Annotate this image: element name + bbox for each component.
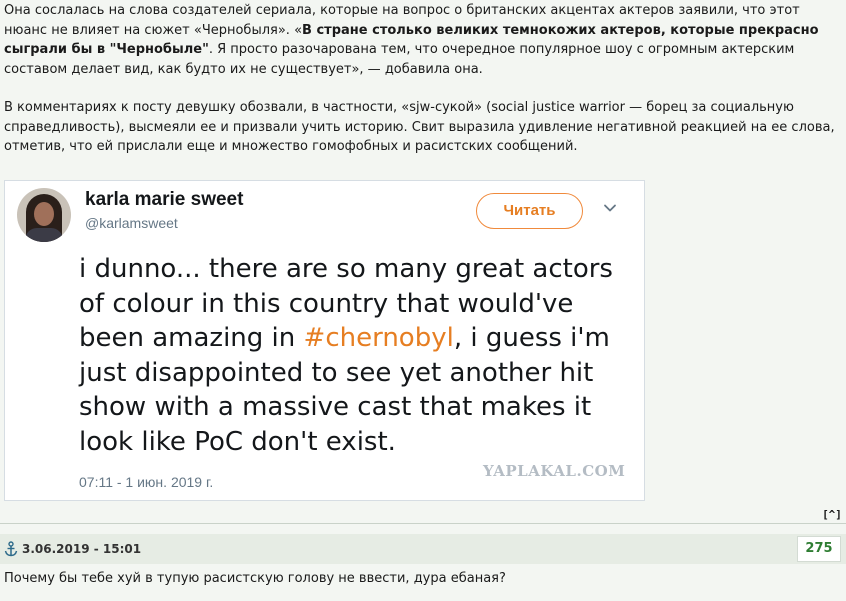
comment-header: 3.06.2019 - 15:01 275 bbox=[0, 534, 846, 564]
comment-date: 3.06.2019 - 15:01 bbox=[22, 542, 142, 556]
post-divider bbox=[0, 506, 846, 524]
anchor-icon[interactable] bbox=[4, 541, 18, 557]
embedded-tweet[interactable]: karla marie sweet @karlamsweet Читать i … bbox=[4, 180, 645, 501]
article-paragraph-1: Она сослалась на слова создателей сериал… bbox=[4, 1, 840, 79]
tweet-timestamp[interactable]: 07:11 - 1 июн. 2019 г. bbox=[79, 474, 213, 490]
follow-button[interactable]: Читать bbox=[476, 193, 583, 229]
comment-score-badge[interactable]: 275 bbox=[797, 536, 841, 562]
tweet-author-handle[interactable]: @karlamsweet bbox=[85, 215, 178, 231]
comment-text: Почему бы тебе хуй в тупую расистскую го… bbox=[4, 571, 506, 586]
tweet-hashtag[interactable]: #chernobyl bbox=[304, 323, 454, 353]
tweet-author-name[interactable]: karla marie sweet bbox=[85, 189, 243, 211]
tweet-text: i dunno... there are so many great actor… bbox=[79, 254, 613, 457]
chevron-down-icon[interactable] bbox=[603, 201, 617, 215]
avatar[interactable] bbox=[17, 188, 71, 242]
watermark: YAPLAKAL.COM bbox=[483, 462, 626, 480]
article-paragraph-2: В комментариях к посту девушку обозвали,… bbox=[4, 100, 835, 154]
scroll-top-button[interactable]: [^] bbox=[821, 507, 843, 523]
article-body: Она сослалась на слова создателей сериал… bbox=[4, 1, 840, 157]
